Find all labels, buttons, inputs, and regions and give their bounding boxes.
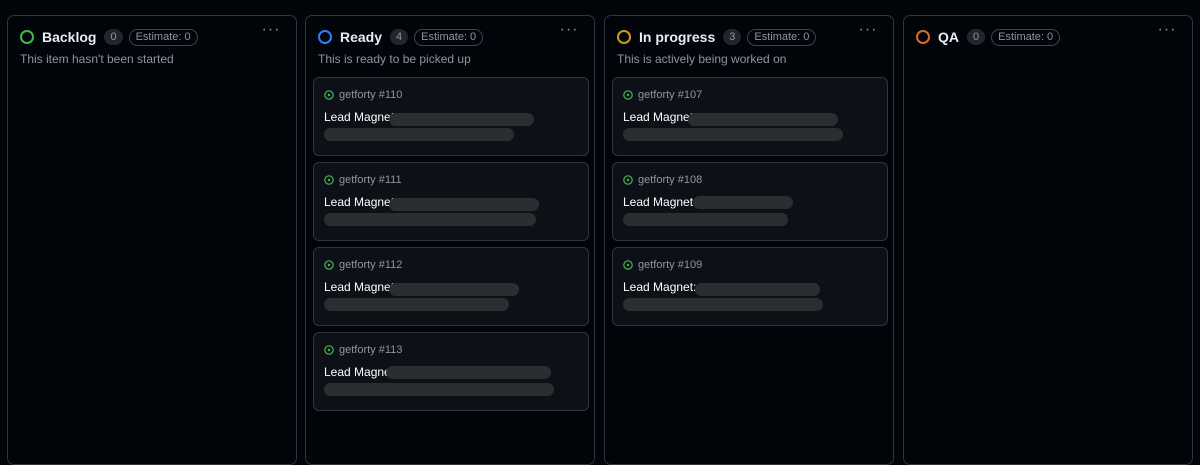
column-description: This item hasn't been started [20,52,174,66]
issue-opened-icon [623,175,633,185]
issue-reference[interactable]: getforty #107 [638,89,702,101]
redaction-mark [695,283,820,296]
card-meta: getforty #110 [324,89,402,101]
count-badge: 3 [723,29,742,45]
issue-reference[interactable]: getforty #109 [638,259,702,271]
kebab-horizontal-icon[interactable]: ··· [857,22,879,42]
redaction-mark [688,113,838,126]
issue-opened-icon [324,345,334,355]
redaction-mark [386,366,551,379]
issue-opened-icon [623,260,633,270]
column-qa: QA 0 Estimate: 0 ··· [903,15,1193,465]
circle-outline-icon [20,30,34,44]
estimate-badge: Estimate: 0 [991,28,1061,46]
column-description: This is ready to be picked up [318,52,471,66]
column-title: In progress [639,29,716,45]
issue-reference[interactable]: getforty #112 [339,259,402,271]
redaction-mark [693,196,793,209]
redaction-mark [389,113,534,126]
card-meta: getforty #108 [623,174,702,186]
column-header: Ready 4 Estimate: 0 ··· [318,22,584,48]
issue-card[interactable]: getforty #112 Lead Magnet: [313,247,589,326]
redaction-mark [324,213,536,226]
issue-opened-icon [623,90,633,100]
count-badge: 4 [390,29,409,45]
column-header: In progress 3 Estimate: 0 ··· [617,22,883,48]
issue-card[interactable]: getforty #107 Lead Magnet: [612,77,888,156]
issue-opened-icon [324,175,334,185]
issue-card[interactable]: getforty #109 Lead Magnet: [612,247,888,326]
estimate-badge: Estimate: 0 [414,28,484,46]
circle-outline-icon [318,30,332,44]
circle-outline-icon [617,30,631,44]
kebab-horizontal-icon[interactable]: ··· [1156,22,1178,42]
redaction-mark [389,198,539,211]
card-meta: getforty #112 [324,259,402,271]
redaction-mark [324,128,514,141]
redaction-mark [324,298,509,311]
issue-card[interactable]: getforty #110 Lead Magnet: [313,77,589,156]
card-meta: getforty #113 [324,344,402,356]
issue-card[interactable]: getforty #111 Lead Magnet: [313,162,589,241]
estimate-badge: Estimate: 0 [747,28,817,46]
project-board: Backlog 0 Estimate: 0 ··· This item hasn… [0,0,1200,465]
redaction-mark [324,383,554,396]
redaction-mark [389,283,519,296]
column-header: Backlog 0 Estimate: 0 ··· [20,22,286,48]
issue-opened-icon [324,260,334,270]
issue-reference[interactable]: getforty #111 [339,174,402,186]
issue-card[interactable]: getforty #113 Lead Magnet. [313,332,589,411]
column-title: Ready [340,29,383,45]
issue-opened-icon [324,90,334,100]
redaction-mark [623,213,788,226]
card-meta: getforty #111 [324,174,402,186]
kebab-horizontal-icon[interactable]: ··· [558,22,580,42]
count-badge: 0 [104,29,123,45]
column-description: This is actively being worked on [617,52,787,66]
column-ready: Ready 4 Estimate: 0 ··· This is ready to… [305,15,595,465]
estimate-badge: Estimate: 0 [128,28,198,46]
circle-outline-icon [916,30,930,44]
kebab-horizontal-icon[interactable]: ··· [260,22,282,42]
issue-reference[interactable]: getforty #110 [339,89,402,101]
column-title: QA [938,29,959,45]
column-title: Backlog [42,29,97,45]
column-in-progress: In progress 3 Estimate: 0 ··· This is ac… [604,15,894,465]
issue-reference[interactable]: getforty #113 [339,344,402,356]
issue-card[interactable]: getforty #108 Lead Magnet: [612,162,888,241]
issue-reference[interactable]: getforty #108 [638,174,702,186]
redaction-mark [623,298,823,311]
column-header: QA 0 Estimate: 0 ··· [916,22,1182,48]
redaction-mark [623,128,843,141]
count-badge: 0 [967,29,986,45]
column-backlog: Backlog 0 Estimate: 0 ··· This item hasn… [7,15,297,465]
card-meta: getforty #109 [623,259,702,271]
card-meta: getforty #107 [623,89,702,101]
